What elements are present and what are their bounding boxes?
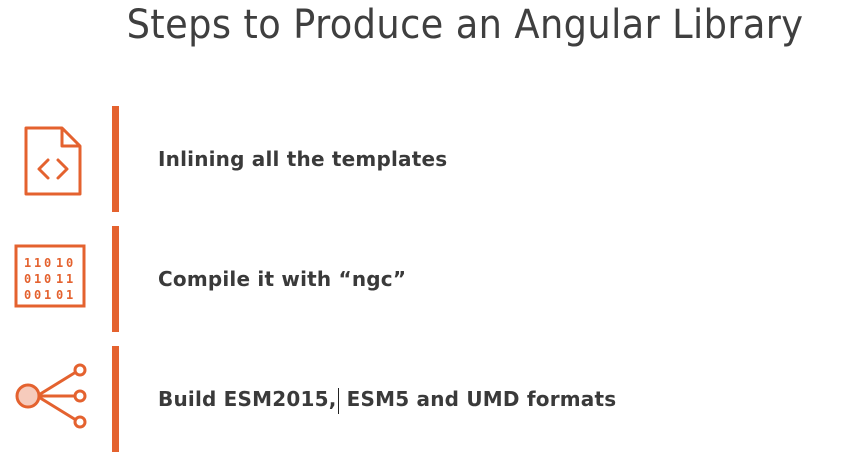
share-node-icon <box>10 358 90 438</box>
step-accent-bar <box>112 106 119 212</box>
svg-text:1: 1 <box>34 256 41 270</box>
code-file-icon <box>14 120 94 200</box>
step-row-inlining: Inlining all the templates <box>0 106 863 214</box>
svg-text:0: 0 <box>56 288 63 302</box>
svg-text:1: 1 <box>24 256 31 270</box>
binary-grid-icon: 11010 01011 00101 <box>10 236 90 316</box>
svg-text:1: 1 <box>44 288 51 302</box>
svg-text:0: 0 <box>44 272 51 286</box>
svg-text:0: 0 <box>34 288 41 302</box>
step-label: Build ESM2015, ESM5 and UMD formats <box>158 346 616 452</box>
step-row-build: Build ESM2015, ESM5 and UMD formats <box>0 346 863 454</box>
step-accent-bar <box>112 226 119 332</box>
step-label: Inlining all the templates <box>158 147 448 171</box>
svg-text:0: 0 <box>24 272 31 286</box>
svg-text:1: 1 <box>56 256 63 270</box>
svg-text:1: 1 <box>34 272 41 286</box>
step-accent-bar <box>112 346 119 452</box>
svg-text:1: 1 <box>66 272 73 286</box>
step-label-part: Build ESM2015, <box>158 387 337 411</box>
svg-text:0: 0 <box>66 256 73 270</box>
svg-text:0: 0 <box>24 288 31 302</box>
step-row-compile: 11010 01011 00101 Compile it with “ngc” <box>0 226 863 334</box>
svg-text:0: 0 <box>44 256 51 270</box>
step-label: Compile it with “ngc” <box>158 267 407 291</box>
slide-title: Steps to Produce an Angular Library <box>126 2 804 48</box>
text-cursor <box>337 387 339 414</box>
step-label-part: ESM5 and UMD formats <box>339 387 617 411</box>
svg-text:1: 1 <box>66 288 73 302</box>
svg-text:1: 1 <box>56 272 63 286</box>
